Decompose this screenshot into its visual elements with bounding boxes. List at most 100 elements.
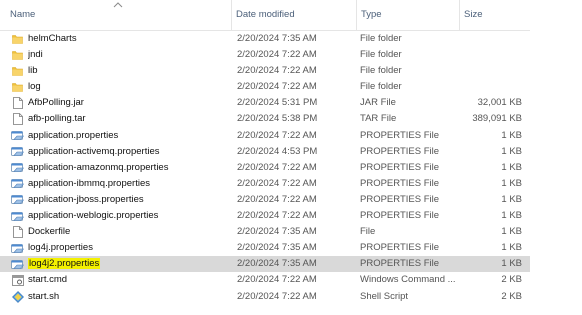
file-name: application-activemq.properties (28, 144, 228, 160)
file-row[interactable]: AfbPolling.jar 2/20/2024 5:31 PM JAR File 3… (0, 95, 530, 111)
folder-icon (11, 79, 24, 95)
file-row[interactable]: log4j.properties 2/20/2024 7:35 AM PROPERT… (0, 240, 530, 256)
file-date-modified: 2/20/2024 7:22 AM (237, 49, 317, 61)
file-row[interactable]: application-ibmmq.properties 2/20/2024 7:… (0, 176, 530, 192)
file-date-modified: 2/20/2024 7:22 AM (237, 193, 317, 205)
file-size: 1 KB (501, 242, 522, 254)
file-type: File folder (360, 81, 402, 93)
file-date-modified: 2/20/2024 7:22 AM (237, 274, 317, 286)
file-name: log4j.properties (28, 240, 228, 256)
file-row[interactable]: log 2/20/2024 7:22 AM File folder (0, 79, 530, 95)
file-name-text: afb-polling.tar (28, 113, 86, 125)
file-row[interactable]: application-amazonmq.properties 2/20/2024… (0, 160, 530, 176)
file-explorer: Name Date modified Type Size helmCharts 2… (0, 0, 582, 315)
document-icon (11, 111, 24, 127)
file-row[interactable]: lib 2/20/2024 7:22 AM File folder (0, 63, 530, 79)
file-size: 1 KB (501, 226, 522, 238)
file-size (460, 63, 522, 79)
file-row[interactable]: application-weblogic.properties 2/20/2024… (0, 208, 530, 224)
file-date-modified: 2/20/2024 7:35 AM (237, 258, 317, 270)
file-date-modified: 2/20/2024 7:22 AM (237, 161, 317, 173)
file-date-modified: 2/20/2024 7:22 AM (237, 129, 317, 141)
file-row[interactable]: application.properties 2/20/2024 7:22 AM P… (0, 128, 530, 144)
file-name: start.cmd (28, 272, 228, 288)
properties-icon (11, 256, 24, 272)
file-type: PROPERTIES File (360, 129, 440, 141)
file-date-modified: 2/20/2024 7:22 AM (237, 210, 317, 222)
file-date-modified: 2/20/2024 5:38 PM (237, 113, 318, 125)
column-header-date-modified[interactable]: Date modified (231, 0, 356, 30)
file-date-modified: 2/20/2024 7:22 AM (237, 177, 317, 189)
file-row[interactable]: jndi 2/20/2024 7:22 AM File folder (0, 47, 530, 63)
file-size: 2 KB (501, 290, 522, 302)
file-name-text: application-ibmmq.properties (28, 177, 150, 189)
file-type: PROPERTIES File (360, 193, 440, 205)
column-header-bar: Name Date modified Type Size (0, 0, 530, 31)
file-date-modified: 2/20/2024 7:22 AM (237, 81, 317, 93)
file-type: Shell Script (360, 290, 409, 302)
file-list: helmCharts 2/20/2024 7:35 AM File folder jn… (0, 31, 582, 305)
file-date-modified: 2/20/2024 7:22 AM (237, 290, 317, 302)
file-size (460, 79, 522, 95)
file-name: application-ibmmq.properties (28, 176, 228, 192)
file-type: File (360, 226, 376, 238)
file-row[interactable]: start.sh 2/20/2024 7:22 AM Shell Script 2 K… (0, 289, 530, 305)
column-header-size[interactable]: Size (459, 0, 529, 30)
file-row[interactable]: Dockerfile 2/20/2024 7:35 AM File 1 KB (0, 224, 530, 240)
file-type: Windows Command ... (360, 274, 456, 286)
file-name: application-weblogic.properties (28, 208, 228, 224)
file-name: helmCharts (28, 31, 228, 47)
file-size: 1 KB (501, 210, 522, 222)
file-row[interactable]: start.cmd 2/20/2024 7:22 AM Windows Comman… (0, 272, 530, 288)
file-type: TAR File (360, 113, 397, 125)
file-date-modified: 2/20/2024 7:35 AM (237, 33, 317, 44)
file-size (460, 47, 522, 63)
file-date-modified: 2/20/2024 5:31 PM (237, 97, 318, 109)
file-type: PROPERTIES File (360, 161, 440, 173)
file-name-text: application.properties (28, 129, 119, 141)
document-icon (11, 224, 24, 240)
file-size: 1 KB (501, 258, 522, 270)
folder-icon (11, 47, 24, 63)
file-name-text: application-amazonmq.properties (28, 161, 169, 173)
file-name-text: start.cmd (28, 274, 68, 286)
file-size: 389,091 KB (472, 113, 522, 125)
file-name: application-amazonmq.properties (28, 160, 228, 176)
column-header-type[interactable]: Type (356, 0, 459, 30)
file-row-selected[interactable]: log4j2.properties 2/20/2024 7:35 AM PROPER… (0, 256, 530, 273)
file-size: 1 KB (501, 145, 522, 157)
properties-icon (11, 240, 24, 256)
file-size (460, 31, 522, 47)
file-name: Dockerfile (28, 224, 228, 240)
file-row[interactable]: afb-polling.tar 2/20/2024 5:38 PM TAR File… (0, 111, 530, 127)
file-row[interactable]: helmCharts 2/20/2024 7:35 AM File folder (0, 31, 530, 47)
file-name: afb-polling.tar (28, 111, 228, 127)
file-size: 1 KB (501, 177, 522, 189)
cmd-script-icon (11, 272, 24, 288)
file-name: start.sh (28, 289, 228, 305)
file-row[interactable]: application-jboss.properties 2/20/2024 7:… (0, 192, 530, 208)
file-type: PROPERTIES File (360, 145, 440, 157)
file-date-modified: 2/20/2024 7:35 AM (237, 226, 317, 238)
highlighted-file-name: log4j2.properties (28, 258, 101, 270)
file-type: PROPERTIES File (360, 210, 440, 222)
file-size: 1 KB (501, 193, 522, 205)
file-type: PROPERTIES File (360, 242, 440, 254)
file-name-text: AfbPolling.jar (28, 97, 84, 109)
file-size: 32,001 KB (477, 97, 522, 109)
file-name-text: helmCharts (28, 33, 77, 44)
file-name: log4j2.properties (28, 256, 228, 272)
file-size: 1 KB (501, 129, 522, 141)
file-row[interactable]: application-activemq.properties 2/20/2024… (0, 144, 530, 160)
file-date-modified: 2/20/2024 7:35 AM (237, 242, 317, 254)
file-size: 2 KB (501, 274, 522, 286)
properties-icon (11, 144, 24, 160)
file-type: File folder (360, 65, 402, 77)
properties-icon (11, 160, 24, 176)
file-name: jndi (28, 47, 228, 63)
file-type: PROPERTIES File (360, 258, 440, 270)
file-type: JAR File (360, 97, 396, 109)
file-name: application-jboss.properties (28, 192, 228, 208)
file-name: AfbPolling.jar (28, 95, 228, 111)
properties-icon (11, 208, 24, 224)
